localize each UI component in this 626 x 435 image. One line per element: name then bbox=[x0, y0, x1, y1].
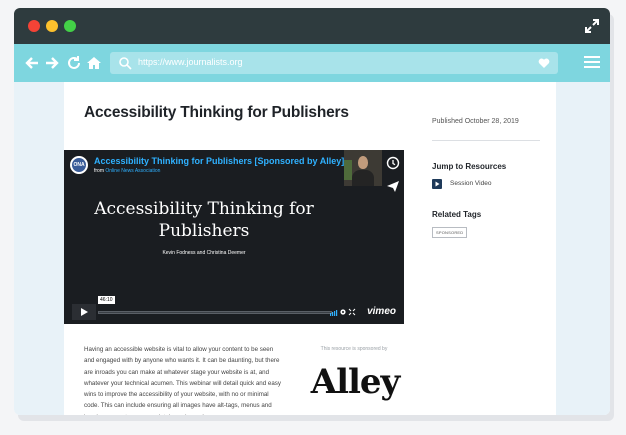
ona-logo[interactable]: ONA bbox=[70, 156, 88, 174]
menu-icon[interactable] bbox=[584, 55, 600, 69]
video-controls: 46:10 vimeo bbox=[68, 296, 400, 320]
clock-icon[interactable] bbox=[386, 156, 400, 170]
progress-bar[interactable] bbox=[98, 311, 332, 314]
video-source: from Online News Association bbox=[94, 168, 160, 174]
heart-icon[interactable] bbox=[538, 57, 550, 69]
session-video-link[interactable]: Session Video bbox=[450, 180, 491, 187]
browser-frame: https://www.journalists.org Accessibilit… bbox=[14, 8, 610, 421]
back-arrow-icon[interactable] bbox=[24, 55, 40, 71]
thumbnail-head bbox=[358, 156, 368, 169]
title-bar bbox=[14, 8, 610, 44]
close-window-button[interactable] bbox=[28, 20, 40, 32]
url-text: https://www.journalists.org bbox=[138, 57, 243, 67]
play-button[interactable] bbox=[72, 304, 96, 320]
expand-icon[interactable] bbox=[584, 18, 600, 34]
forward-arrow-icon[interactable] bbox=[44, 55, 60, 71]
home-icon[interactable] bbox=[86, 55, 102, 71]
video-authors: Kevin Fodness and Christina Deemer bbox=[162, 250, 246, 256]
video-source-link[interactable]: Online News Association bbox=[105, 168, 160, 174]
page-background: Accessibility Thinking for Publishers ON… bbox=[14, 82, 610, 415]
article-body: Having an accessible website is vital to… bbox=[84, 346, 281, 415]
address-bar[interactable]: https://www.journalists.org bbox=[110, 52, 558, 74]
related-tags-heading: Related Tags bbox=[432, 210, 482, 219]
page-title: Accessibility Thinking for Publishers bbox=[84, 104, 349, 121]
video-header-title[interactable]: Accessibility Thinking for Publishers [S… bbox=[94, 156, 344, 166]
sponsor-caption: This resource is sponsored by bbox=[320, 346, 388, 352]
share-plane-icon[interactable] bbox=[386, 179, 400, 193]
video-main-title: Accessibility Thinking for Publishers bbox=[94, 199, 314, 241]
play-icon bbox=[81, 308, 88, 316]
reload-icon[interactable] bbox=[66, 55, 82, 71]
thumbnail-plant bbox=[344, 160, 352, 180]
tag-sponsored[interactable]: SPONSORED bbox=[432, 227, 468, 238]
search-icon bbox=[119, 57, 132, 70]
article-container: Accessibility Thinking for Publishers ON… bbox=[64, 82, 556, 415]
vimeo-logo[interactable]: vimeo bbox=[367, 306, 396, 317]
navigation-bar: https://www.journalists.org bbox=[14, 44, 610, 82]
browser-window: https://www.journalists.org Accessibilit… bbox=[14, 8, 610, 415]
video-play-icon[interactable] bbox=[432, 179, 442, 189]
speaker-thumbnail bbox=[344, 150, 382, 186]
jump-to-resources-heading: Jump to Resources bbox=[432, 162, 507, 171]
alley-logo[interactable]: Alley bbox=[300, 362, 410, 402]
video-player[interactable]: ONA Accessibility Thinking for Publisher… bbox=[64, 150, 404, 324]
maximize-window-button[interactable] bbox=[64, 20, 76, 32]
minimize-window-button[interactable] bbox=[46, 20, 58, 32]
thumbnail-body bbox=[352, 170, 374, 186]
published-date: Published October 28, 2019 bbox=[432, 118, 519, 125]
video-side-actions bbox=[386, 156, 400, 198]
player-settings-icons[interactable] bbox=[330, 308, 358, 316]
from-label: from bbox=[94, 168, 104, 174]
video-timestamp: 46:10 bbox=[98, 296, 115, 304]
sidebar-divider bbox=[432, 140, 540, 141]
